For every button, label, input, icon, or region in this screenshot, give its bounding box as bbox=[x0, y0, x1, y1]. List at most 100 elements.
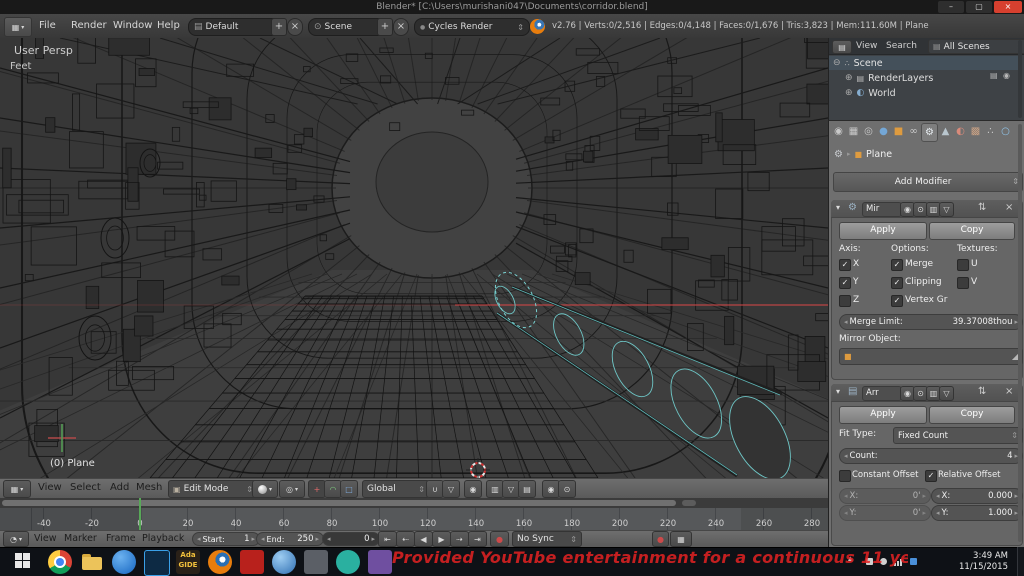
outliner-editor-type-button[interactable]: ▤ bbox=[832, 40, 852, 54]
constant-offset-checkbox[interactable] bbox=[839, 470, 851, 482]
array-count-slider[interactable]: ◂ Count: 4 ▸ bbox=[839, 448, 1023, 464]
play-reverse-button[interactable]: ◀ bbox=[414, 531, 433, 547]
arrow-right-icon[interactable]: ▸ bbox=[315, 535, 319, 543]
mirror-move-updown-icon[interactable]: ⇅ bbox=[978, 202, 986, 213]
merge-limit-slider[interactable]: ◂ Merge Limit: 39.37008thou ▸ bbox=[839, 314, 1023, 330]
timeline-menu-frame[interactable]: Frame bbox=[104, 530, 138, 547]
array-delete-icon[interactable]: × bbox=[1005, 386, 1013, 397]
tab-constraints[interactable]: ∞ bbox=[906, 123, 921, 140]
viewport-canvas[interactable]: User Persp Feet (0) Plane bbox=[0, 0, 1024, 576]
sync-mode-selector[interactable]: No Sync ⇕ bbox=[512, 531, 582, 547]
frame-end-field[interactable]: ◂ End: 250 ▸ bbox=[256, 532, 324, 546]
arrow-right-icon[interactable]: ▸ bbox=[922, 509, 926, 517]
mirror-axis-z-checkbox[interactable] bbox=[839, 295, 851, 307]
screen-layout-selector[interactable]: ▤ Default bbox=[188, 18, 280, 36]
play-button[interactable]: ▶ bbox=[432, 531, 451, 547]
mirror-texture-v-checkbox[interactable] bbox=[957, 277, 969, 289]
arrow-left-icon[interactable]: ◂ bbox=[936, 492, 940, 500]
taskbar-edge-icon[interactable] bbox=[112, 550, 136, 574]
taskbar-app-icon[interactable] bbox=[304, 550, 328, 574]
menu-file[interactable]: File bbox=[36, 14, 59, 38]
arrow-left-icon[interactable]: ◂ bbox=[844, 318, 848, 326]
arrow-left-icon[interactable]: ◂ bbox=[197, 535, 201, 543]
menu-window[interactable]: Window bbox=[110, 14, 155, 38]
mode-selector[interactable]: ▣ Edit Mode ⇕ bbox=[168, 480, 258, 498]
disclosure-icon[interactable]: ⊖ bbox=[833, 58, 841, 68]
record-button[interactable]: ● bbox=[490, 531, 509, 547]
transform-orientation-selector[interactable]: Global ⇕ bbox=[362, 480, 430, 498]
collapse-icon[interactable]: ▾ bbox=[836, 387, 840, 396]
mirror-name-field[interactable]: Mir bbox=[862, 202, 902, 217]
viewport-menu-select[interactable]: Select bbox=[68, 478, 103, 498]
outliner-row-renderlayers[interactable]: ⊕ ▤ RenderLayers bbox=[845, 71, 933, 85]
outliner-menu-search[interactable]: Search bbox=[886, 38, 917, 54]
tab-material[interactable]: ◐ bbox=[953, 123, 968, 140]
mirror-clipping-checkbox[interactable]: ✓ bbox=[891, 277, 903, 289]
add-scene-button[interactable]: + bbox=[377, 18, 393, 36]
delete-layout-button[interactable]: × bbox=[287, 18, 303, 36]
viewport-menu-mesh[interactable]: Mesh bbox=[134, 478, 164, 498]
tab-particles[interactable]: ∴ bbox=[983, 123, 998, 140]
keying-set-button[interactable]: ▦ bbox=[670, 531, 692, 547]
start-button[interactable] bbox=[8, 552, 38, 572]
mirror-copy-button[interactable]: Copy bbox=[929, 222, 1015, 240]
tab-render-layers[interactable]: ▦ bbox=[846, 123, 861, 140]
constant-offset-y-field[interactable]: ◂ Y: 0' ▸ bbox=[839, 505, 931, 521]
mirror-apply-button[interactable]: Apply bbox=[839, 222, 927, 240]
tab-object[interactable]: ■ bbox=[891, 123, 906, 140]
taskbar-browser-icon[interactable] bbox=[272, 550, 296, 574]
array-apply-button[interactable]: Apply bbox=[839, 406, 927, 424]
tab-scene[interactable]: ◎ bbox=[861, 123, 876, 140]
arrow-left-icon[interactable]: ◂ bbox=[936, 509, 940, 517]
taskbar-clock[interactable]: 3:49 AM 11/15/2015 bbox=[938, 551, 1008, 573]
outliner-menu-view[interactable]: View bbox=[856, 38, 877, 54]
array-cage-toggle[interactable]: ▽ bbox=[939, 386, 954, 401]
arrow-right-icon[interactable]: ▸ bbox=[251, 535, 255, 543]
tray-icon-3[interactable] bbox=[910, 558, 917, 565]
viewport-3d[interactable]: User Persp Feet (0) Plane bbox=[0, 0, 1024, 576]
next-keyframe-button[interactable]: ⇢ bbox=[450, 531, 469, 547]
edge-select-button[interactable]: ▤ bbox=[518, 480, 536, 498]
timeline-menu-playback[interactable]: Playback bbox=[140, 530, 186, 547]
tab-render[interactable]: ◉ bbox=[831, 123, 846, 140]
relative-offset-y-field[interactable]: ◂ Y: 1.000 ▸ bbox=[931, 505, 1023, 521]
array-name-field[interactable]: Arr bbox=[862, 386, 902, 401]
mirror-vertex-groups-checkbox[interactable]: ✓ bbox=[891, 295, 903, 307]
jump-to-end-button[interactable]: ⇥ bbox=[468, 531, 487, 547]
array-move-updown-icon[interactable]: ⇅ bbox=[978, 386, 986, 397]
taskbar-skype-icon[interactable] bbox=[336, 550, 360, 574]
outliner-scrollbar[interactable] bbox=[1018, 40, 1022, 118]
tab-object-data[interactable]: ▲ bbox=[938, 123, 953, 140]
viewport-shading-button[interactable]: ▾ bbox=[252, 480, 278, 498]
show-desktop-button[interactable] bbox=[1017, 547, 1024, 576]
proportional-edit-button[interactable]: ◉ bbox=[464, 480, 482, 498]
taskbar-file-explorer-icon[interactable] bbox=[80, 550, 104, 574]
relative-offset-x-field[interactable]: ◂ X: 0.000 ▸ bbox=[931, 488, 1023, 504]
arrow-left-icon[interactable]: ◂ bbox=[844, 452, 848, 460]
add-modifier-button[interactable]: Add Modifier ⇕ bbox=[833, 172, 1023, 192]
tab-world[interactable]: ● bbox=[876, 123, 891, 140]
timeline-editor-type-button[interactable]: ◔ ▾ bbox=[3, 531, 29, 547]
mirror-axis-y-checkbox[interactable]: ✓ bbox=[839, 277, 851, 289]
mirror-cage-toggle[interactable]: ▽ bbox=[939, 202, 954, 217]
manipulator-scale-button[interactable]: □ bbox=[340, 480, 358, 498]
taskbar-adagide-icon[interactable]: Ada GIDE bbox=[176, 550, 200, 574]
current-frame-indicator[interactable] bbox=[139, 498, 141, 530]
prev-keyframe-button[interactable]: ⇠ bbox=[396, 531, 415, 547]
mirror-merge-checkbox[interactable]: ✓ bbox=[891, 259, 903, 271]
taskbar-acrobat-icon[interactable] bbox=[240, 550, 264, 574]
tab-modifiers[interactable]: ⚙ bbox=[921, 123, 938, 142]
collapse-icon[interactable]: ▾ bbox=[836, 203, 840, 212]
tab-physics[interactable]: ○ bbox=[998, 123, 1013, 140]
arrow-right-icon[interactable]: ▸ bbox=[371, 535, 375, 543]
snap-element-button[interactable]: ▽ bbox=[442, 480, 460, 498]
mirror-axis-x-checkbox[interactable]: ✓ bbox=[839, 259, 851, 271]
taskbar-app2-icon[interactable] bbox=[368, 550, 392, 574]
pivot-point-button[interactable]: ◎ ▾ bbox=[279, 480, 305, 498]
timeline-scrollbar-thumb[interactable] bbox=[2, 500, 676, 506]
current-frame-field[interactable]: ◂ 0 ▸ bbox=[322, 532, 380, 546]
frame-start-field[interactable]: ◂ Start: 1 ▸ bbox=[192, 532, 260, 546]
disclosure-icon[interactable]: ⊕ bbox=[845, 88, 853, 98]
add-layout-button[interactable]: + bbox=[271, 18, 287, 36]
camera-toggle-icon[interactable]: ◉ bbox=[1003, 71, 1010, 80]
